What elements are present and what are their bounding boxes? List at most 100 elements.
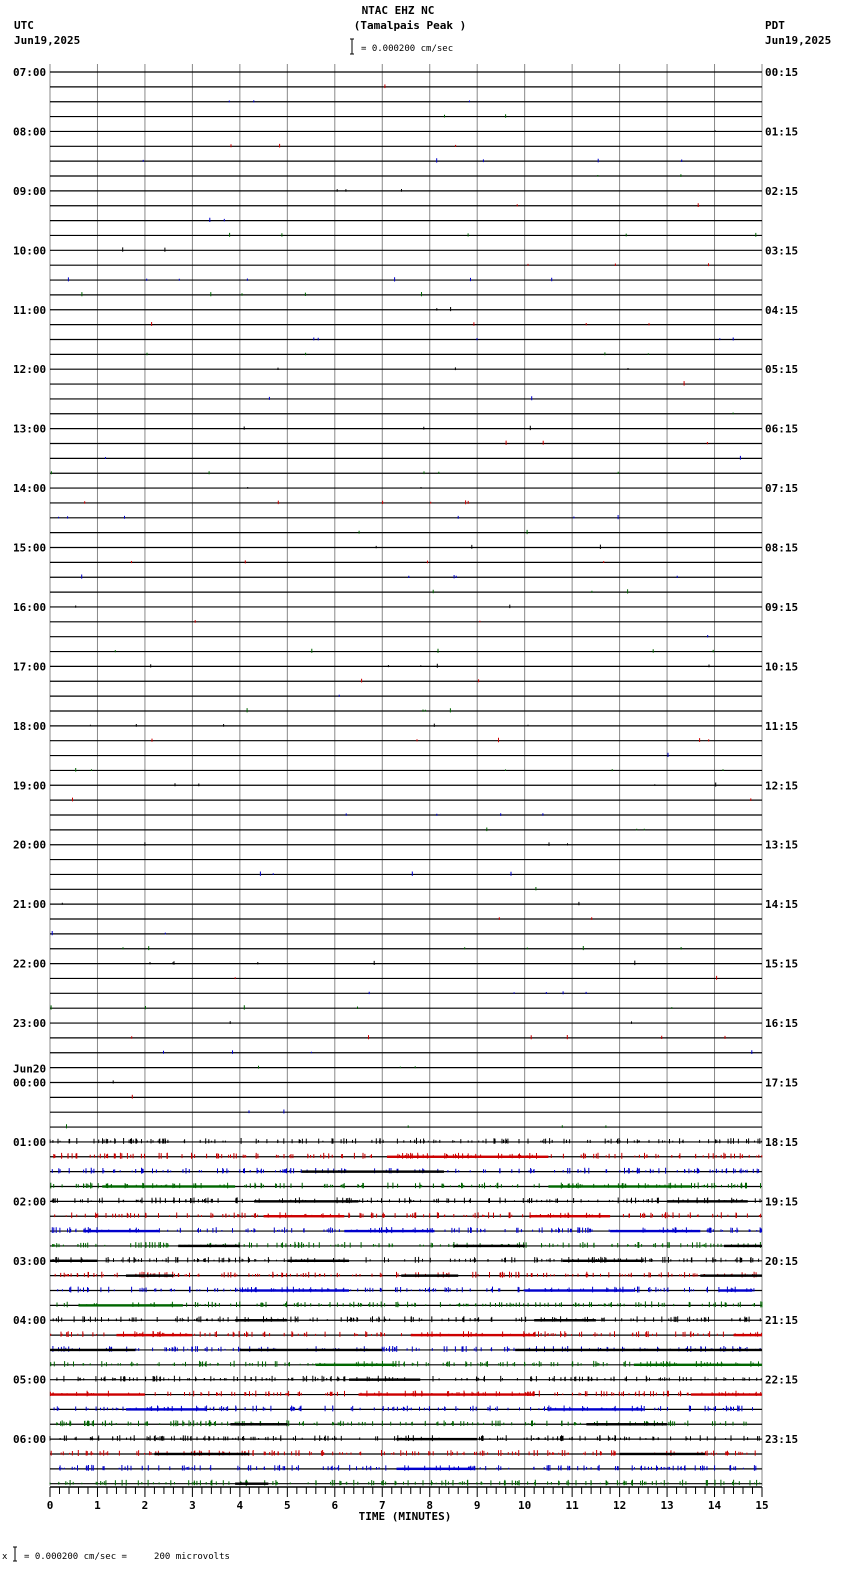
trace-burst	[548, 1185, 691, 1188]
utc-hour-label: 05:00	[13, 1374, 46, 1387]
trace-burst	[453, 1244, 525, 1248]
trace-burst	[154, 1452, 250, 1456]
pdt-hour-label: 10:15	[765, 660, 798, 673]
trace-burst	[401, 1274, 459, 1277]
trace-noise	[67, 277, 553, 282]
trace-25	[50, 440, 762, 445]
trace-95	[49, 1479, 762, 1486]
utc-hour-label: 22:00	[13, 958, 46, 971]
trace-76	[50, 1197, 763, 1204]
utc-hour-label: 02:00	[13, 1195, 46, 1208]
trace-noise	[122, 946, 682, 951]
trace-noise	[52, 1316, 761, 1323]
trace-66	[50, 1050, 762, 1054]
trace-burst	[263, 1215, 345, 1218]
trace-82	[50, 1286, 762, 1293]
utc-hour-label: 09:00	[13, 185, 46, 198]
left-date: Jun19,2025	[14, 34, 80, 47]
trace-noise	[268, 396, 533, 401]
trace-burst	[315, 1363, 397, 1367]
trace-burst	[344, 1229, 435, 1233]
trace-58	[50, 931, 762, 936]
pdt-hour-label: 06:15	[765, 423, 798, 436]
trace-burst	[83, 1229, 160, 1233]
trace-55	[50, 887, 762, 891]
trace-62	[50, 991, 762, 995]
trace-2	[50, 100, 762, 103]
trace-39	[50, 648, 762, 653]
trace-7	[50, 174, 762, 177]
pdt-hour-label: 04:15	[765, 304, 798, 317]
pdt-hour-label: 11:15	[765, 720, 798, 733]
trace-burst	[524, 1289, 634, 1292]
trace-burst	[78, 1304, 183, 1307]
trace-noise	[259, 871, 512, 876]
trace-noise	[229, 232, 757, 237]
pdt-hour-label: 15:15	[765, 958, 798, 971]
trace-burst	[358, 1393, 535, 1396]
trace-52	[50, 842, 762, 846]
trace-21	[50, 381, 762, 386]
utc-hour-label: 04:00	[13, 1314, 46, 1327]
utc-hour-label: 06:00	[13, 1433, 46, 1446]
trace-burst	[619, 1452, 706, 1456]
trace-4	[50, 130, 762, 133]
utc-hour-label: 11:00	[13, 304, 46, 317]
trace-71	[50, 1124, 762, 1129]
trace-56	[50, 901, 762, 906]
utc-hour-label: 01:00	[13, 1136, 46, 1149]
trace-36	[50, 604, 762, 609]
trace-9	[50, 203, 762, 207]
trace-noise	[358, 529, 528, 535]
trace-burst	[529, 1215, 611, 1218]
utc-hour-label: 12:00	[13, 363, 46, 376]
seismic-traces	[49, 71, 763, 1486]
scale-bar-icon	[350, 38, 354, 55]
trace-burst	[235, 1319, 288, 1322]
trace-noise	[151, 322, 650, 326]
trace-noise	[58, 515, 619, 520]
trace-burst	[254, 1200, 359, 1203]
trace-43	[50, 708, 762, 713]
x-tick-label: 12	[613, 1499, 626, 1512]
trace-burst	[235, 1482, 269, 1485]
station-title: NTAC EHZ NC	[362, 4, 435, 17]
trace-27	[50, 471, 762, 475]
pdt-hour-label: 13:15	[765, 839, 798, 852]
utc-hour-label: 14:00	[13, 482, 46, 495]
trace-noise	[52, 1256, 760, 1263]
trace-57	[50, 917, 762, 920]
trace-15	[50, 292, 762, 297]
trace-48	[50, 782, 762, 787]
trace-18	[50, 337, 762, 341]
trace-burst	[116, 1333, 193, 1337]
trace-30	[50, 515, 762, 520]
trace-burst	[125, 1408, 207, 1411]
trace-13	[50, 263, 762, 267]
trace-burst	[700, 1274, 762, 1277]
trace-37	[50, 620, 762, 623]
x-tick-label: 5	[284, 1499, 291, 1512]
trace-noise	[51, 1197, 763, 1204]
pdt-hour-label: 02:15	[765, 185, 798, 198]
x-tick-label: 4	[237, 1499, 244, 1512]
x-tick-label: 2	[142, 1499, 149, 1512]
trace-burst	[50, 1348, 136, 1352]
utc-hour-label: 18:00	[13, 720, 46, 733]
trace-burst	[301, 1170, 444, 1173]
trace-burst	[230, 1423, 288, 1426]
trace-burst	[562, 1259, 644, 1262]
trace-burst	[50, 1393, 145, 1396]
trace-noise	[209, 217, 225, 222]
trace-noise	[361, 678, 480, 683]
pdt-hour-label: 22:15	[765, 1374, 798, 1387]
scale-label: = 0.000200 cm/sec	[361, 44, 453, 54]
trace-84	[50, 1316, 762, 1323]
utc-hour-label: 10:00	[13, 244, 46, 257]
trace-noise	[81, 292, 422, 297]
trace-burst	[610, 1229, 701, 1233]
trace-80	[50, 1256, 762, 1263]
trace-12	[50, 247, 762, 252]
trace-63	[50, 1005, 762, 1010]
utc-hour-label: 07:00	[13, 66, 46, 79]
